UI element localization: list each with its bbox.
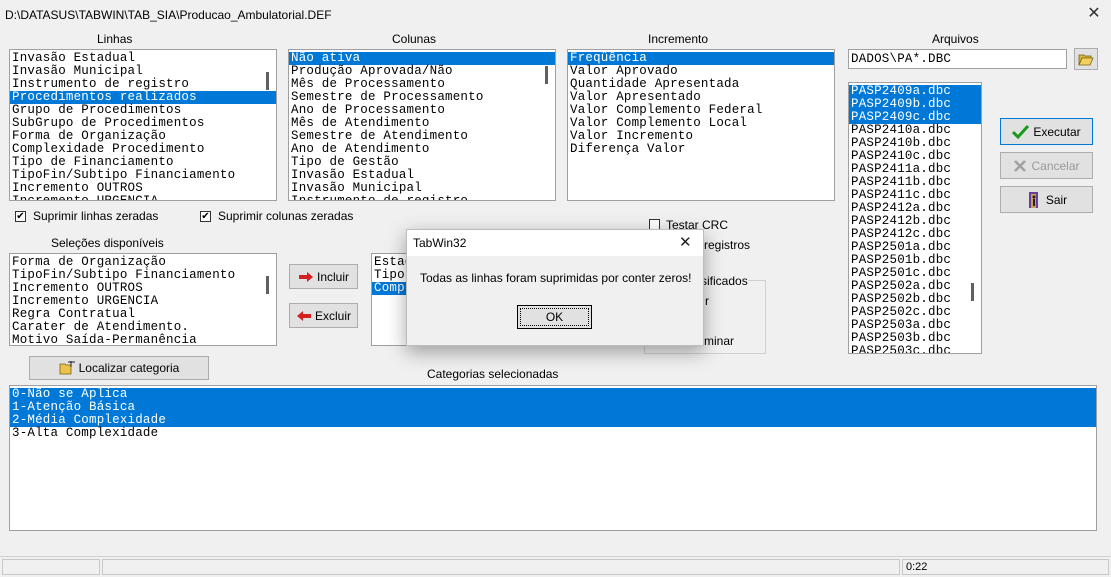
arquivo-list-item[interactable]: PASP2503c.dbc (849, 345, 981, 354)
selecoes-header: Seleções disponíveis (51, 236, 164, 250)
cancelar-button[interactable]: Cancelar (1000, 152, 1093, 179)
arquivos-header: Arquivos (932, 32, 979, 46)
dialog-titlebar: TabWin32 ✕ (407, 230, 703, 256)
linhas-scrollbar-thumb[interactable] (266, 72, 269, 90)
linhas-listbox[interactable]: Invasão Estadual Invasão Municipal Instrum… (9, 49, 277, 201)
categoria-list-item[interactable]: 2-Média Complexidade (10, 414, 1096, 427)
executar-label: Executar (1033, 124, 1081, 139)
status-bar: 0:22 (0, 556, 1111, 577)
status-pane-1 (2, 559, 100, 575)
arquivos-mask-input[interactable]: DADOS\PA*.DBC (848, 49, 1067, 69)
sair-label: Sair (1045, 192, 1068, 207)
categoria-list-item[interactable]: 0-Não se Aplica (10, 388, 1096, 401)
folder-search-icon (59, 361, 75, 375)
incremento-list-item[interactable]: Diferença Valor (568, 143, 834, 156)
registros-label: registros (704, 238, 751, 252)
arrow-right-icon (298, 271, 313, 282)
executar-button[interactable]: Executar (1000, 118, 1093, 145)
check-icon (1012, 124, 1030, 139)
categoria-list-item[interactable]: 1-Atenção Básica (10, 401, 1096, 414)
dialog-ok-button[interactable]: OK (517, 305, 592, 329)
linhas-list-item[interactable]: Incremento URGENCIA (10, 195, 276, 201)
arquivos-file-list[interactable]: PASP2409a.dbc PASP2409b.dbc PASP2409c.dbc P… (848, 82, 982, 354)
cancel-x-icon (1014, 159, 1027, 172)
excluir-button[interactable]: Excluir (289, 303, 358, 328)
dialog-title: TabWin32 (413, 236, 467, 250)
localizar-categoria-label: Localizar categoria (78, 361, 180, 375)
cancelar-label: Cancelar (1031, 158, 1080, 173)
window-close-icon[interactable]: ✕ (1083, 3, 1105, 25)
categorias-header: Categorias selecionadas (427, 367, 559, 381)
selecoes-list-item[interactable]: Motivo Saída-Permanência (10, 334, 276, 346)
dialog-ok-label: OK (545, 310, 564, 324)
suprimir-colunas-checkbox[interactable]: ✔ (200, 211, 211, 222)
groupbox-title: sificados (701, 274, 748, 288)
groupbox-option-2[interactable]: minar (704, 334, 734, 348)
arquivos-mask-value: DADOS\PA*.DBC (851, 52, 952, 66)
selecoes-listbox[interactable]: Forma de Organização TipoFin/Subtipo Fina… (9, 253, 277, 346)
dialog-close-icon[interactable]: ✕ (679, 233, 692, 251)
excluir-label: Excluir (314, 308, 351, 323)
colunas-list-item[interactable]: Instrumento de registro (289, 195, 555, 201)
tabwin32-dialog: TabWin32 ✕ Todas as linhas foram suprimi… (406, 229, 704, 346)
colunas-listbox[interactable]: Não ativa Produção Aprovada/Não Mês de Pro… (288, 49, 556, 201)
groupbox-option-1[interactable]: r (705, 294, 709, 308)
status-time: 0:22 (902, 559, 1109, 575)
exit-door-icon (1028, 191, 1038, 208)
colunas-header: Colunas (392, 32, 437, 46)
sair-button[interactable]: Sair (1000, 186, 1093, 213)
linhas-header: Linhas (97, 32, 133, 46)
open-folder-button[interactable] (1074, 48, 1098, 70)
categoria-list-item[interactable]: 3-Alta Complexidade (10, 427, 1096, 440)
status-pane-2 (102, 559, 900, 575)
categorias-listbox[interactable]: 0-Não se Aplica 1-Atenção Básica 2-Média C… (9, 385, 1097, 531)
incremento-header: Incremento (648, 32, 709, 46)
incluir-label: Incluir (316, 269, 349, 284)
suprimir-colunas-label: Suprimir colunas zeradas (218, 209, 354, 223)
incluir-button[interactable]: Incluir (289, 264, 358, 289)
localizar-categoria-button[interactable]: Localizar categoria (29, 356, 209, 380)
open-folder-icon (1078, 54, 1094, 66)
window-title: D:\DATASUS\TABWIN\TAB_SIA\Producao_Ambul… (5, 8, 332, 22)
dialog-message: Todas as linhas foram suprimidas por con… (420, 271, 692, 285)
colunas-scrollbar-thumb[interactable] (545, 66, 548, 84)
selecoes-scrollbar-thumb[interactable] (266, 276, 269, 294)
suprimir-linhas-checkbox[interactable]: ✔ (15, 211, 26, 222)
window-titlebar: D:\DATASUS\TABWIN\TAB_SIA\Producao_Ambul… (0, 0, 1111, 30)
suprimir-linhas-label: Suprimir linhas zeradas (33, 209, 159, 223)
incremento-listbox[interactable]: Freqüência Valor Aprovado Quantidade Apres… (567, 49, 835, 201)
files-scrollbar-thumb[interactable] (971, 283, 974, 301)
arrow-left-icon (296, 310, 311, 321)
